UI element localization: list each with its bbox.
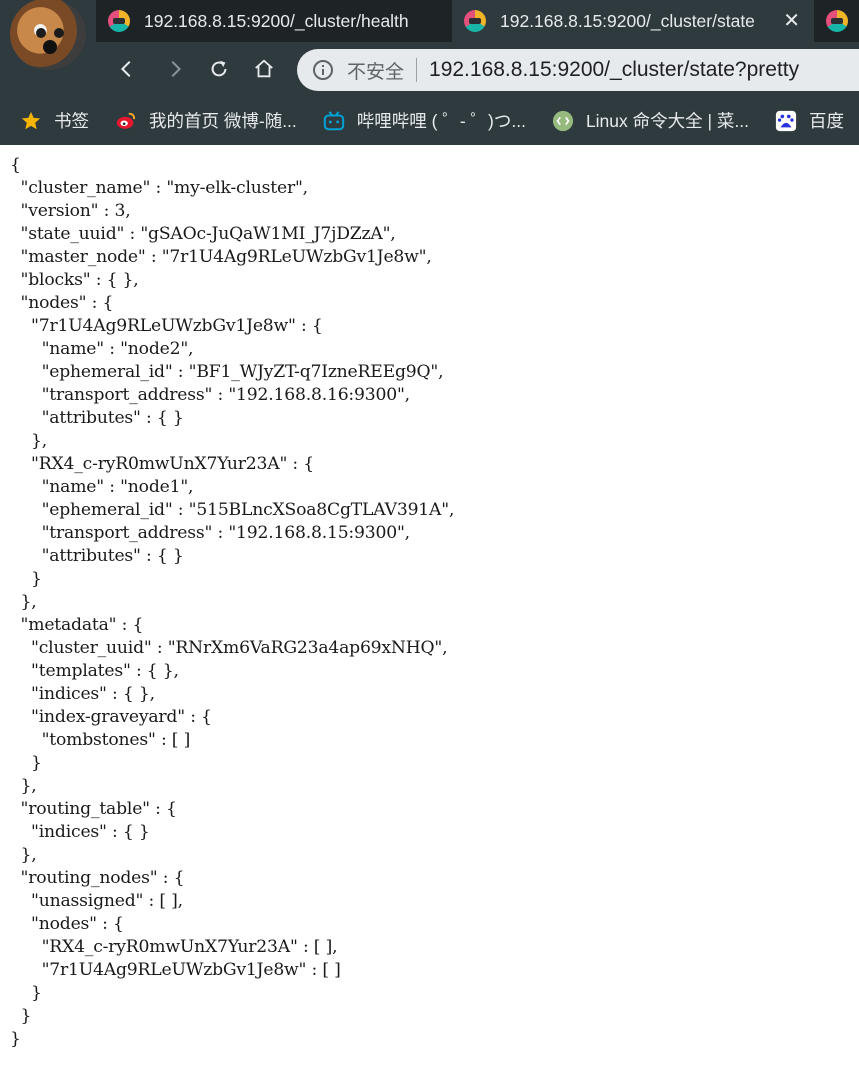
browser-chrome: 192.168.8.15:9200/_cluster/health 192.16… <box>0 0 859 145</box>
back-arrow-icon <box>120 60 131 78</box>
bookmarks-bar: 书签 我的首页 微博-随... 哔哩哔哩 ( ゜- ゜)つ... Linux 命… <box>0 96 859 145</box>
elastic-favicon-icon <box>826 10 848 32</box>
reload-button[interactable] <box>201 51 237 87</box>
bookmark-runoob[interactable]: Linux 命令大全 | 菜... <box>552 108 749 133</box>
weibo-icon <box>115 110 137 132</box>
bookmark-label: 哔哩哔哩 ( ゜- ゜)つ... <box>356 111 526 131</box>
home-button[interactable] <box>246 51 282 87</box>
tab-close-icon[interactable]: ✕ <box>783 8 800 33</box>
tab-title: 192.168.8.15:9200/_cluster/state <box>500 10 755 31</box>
tab-cluster-health[interactable]: 192.168.8.15:9200/_cluster/health <box>96 0 452 42</box>
address-divider <box>416 58 418 82</box>
security-label[interactable]: 不安全 <box>347 57 404 84</box>
forward-arrow-icon <box>171 60 182 78</box>
bookmark-baidu[interactable]: 百度 <box>775 108 844 133</box>
bookmark-label: 书签 <box>54 111 89 131</box>
elastic-favicon-icon <box>108 10 130 32</box>
bookmark-folder[interactable]: 书签 <box>20 108 89 133</box>
bookmark-label: 我的首页 微博-随... <box>149 111 297 131</box>
bookmark-label: 百度 <box>809 111 844 131</box>
bilibili-icon <box>323 110 345 132</box>
address-bar[interactable]: 不安全 192.168.8.15:9200/_cluster/state?pre… <box>297 49 859 91</box>
url-text[interactable]: 192.168.8.15:9200/_cluster/state?pretty <box>429 58 799 82</box>
bookmark-label: Linux 命令大全 | 菜... <box>585 111 749 131</box>
tab-cluster-state[interactable]: 192.168.8.15:9200/_cluster/state ✕ <box>452 0 814 42</box>
bookmark-weibo[interactable]: 我的首页 微博-随... <box>115 108 297 133</box>
star-icon <box>20 110 42 132</box>
runoob-icon <box>552 110 574 132</box>
forward-button[interactable] <box>157 51 193 87</box>
tab-strip: 192.168.8.15:9200/_cluster/health 192.16… <box>96 0 859 42</box>
back-button[interactable] <box>109 51 145 87</box>
home-icon <box>255 59 273 78</box>
elastic-favicon-icon <box>464 10 486 32</box>
toolbar: 不安全 192.168.8.15:9200/_cluster/state?pre… <box>0 42 859 96</box>
json-response-body: { "cluster_name" : "my-elk-cluster", "ve… <box>10 154 454 1051</box>
tab-title: 192.168.8.15:9200/_cluster/health <box>144 10 409 31</box>
tab-partial[interactable] <box>814 0 859 42</box>
bookmark-bilibili[interactable]: 哔哩哔哩 ( ゜- ゜)つ... <box>323 108 526 133</box>
baidu-icon <box>775 110 797 132</box>
info-icon[interactable] <box>313 60 333 80</box>
reload-icon <box>211 60 227 77</box>
json-text: { "cluster_name" : "my-elk-cluster", "ve… <box>10 155 455 1049</box>
